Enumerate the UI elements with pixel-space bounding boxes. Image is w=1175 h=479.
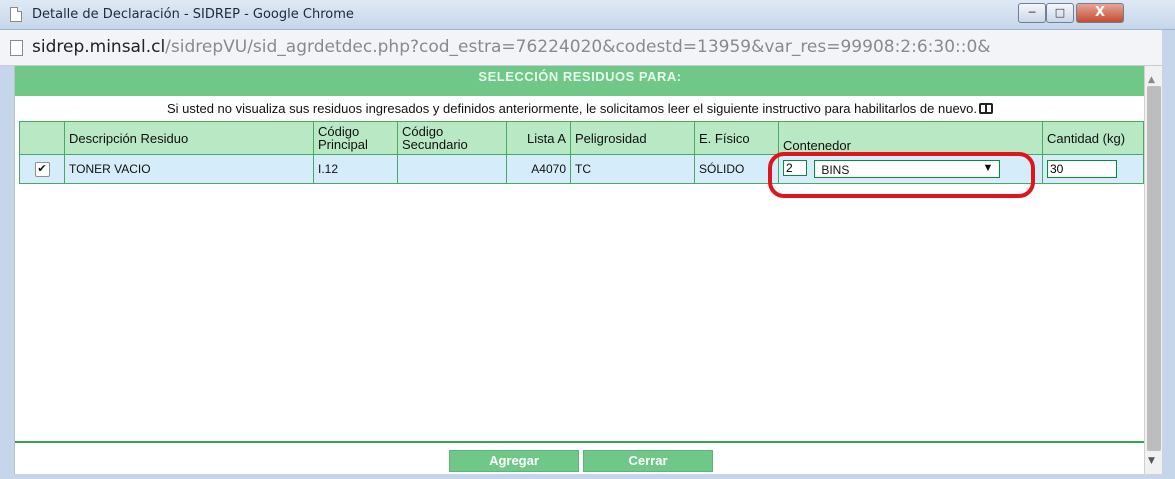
section-title: SELECCIÓN RESIDUOS PARA: <box>478 69 682 84</box>
cell-descripcion: TONER VACIO <box>64 154 314 184</box>
table-header-row: Descripción Residuo Código Principal Cód… <box>19 121 1144 155</box>
header-codigo-principal: Código Principal <box>313 121 398 155</box>
cell-e-fisico: SÓLIDO <box>694 154 779 184</box>
section-header: SELECCIÓN RESIDUOS PARA: <box>15 66 1145 96</box>
window-frame-right <box>1162 30 1175 479</box>
header-e-fisico: E. Físico <box>694 121 779 155</box>
cell-codigo-principal: I.12 <box>313 154 398 184</box>
quantity-kg-input[interactable] <box>1047 160 1117 178</box>
notice-message: Si usted no visualiza sus residuos ingre… <box>166 101 978 116</box>
agregar-button[interactable]: Agregar <box>449 450 579 472</box>
cell-cantidad <box>1042 154 1144 184</box>
footer-divider <box>15 441 1145 443</box>
cell-peligrosidad: TC <box>570 154 695 184</box>
address-bar[interactable]: sidrep.minsal.cl/sidrepVU/sid_agrdetdec.… <box>0 30 1175 66</box>
scrollbar-thumb[interactable] <box>1147 86 1161 451</box>
cell-codigo-secundario <box>397 154 507 184</box>
cell-lista-a: A4070 <box>506 154 571 184</box>
cerrar-button[interactable]: Cerrar <box>583 450 713 472</box>
window-frame-left <box>0 66 14 474</box>
url-text[interactable]: sidrep.minsal.cl/sidrepVU/sid_agrdetdec.… <box>32 37 991 57</box>
row-select-cell: ✔ <box>19 154 65 184</box>
header-lista-a: Lista A <box>506 121 571 155</box>
dialog-content: SELECCIÓN RESIDUOS PARA: Si usted no vis… <box>14 66 1145 474</box>
scroll-down-icon[interactable]: ▼ <box>1148 456 1155 466</box>
book-icon[interactable] <box>979 103 994 114</box>
window-titlebar: Detalle de Declaración - SIDREP - Google… <box>0 0 1175 30</box>
page-icon <box>10 7 22 22</box>
url-host: sidrep.minsal.cl <box>32 37 166 57</box>
row-checkbox[interactable]: ✔ <box>34 162 50 177</box>
page-icon <box>10 40 23 56</box>
header-select <box>19 121 65 155</box>
header-contenedor: Contenedor <box>778 121 1043 155</box>
url-path: /sidrepVU/sid_agrdetdec.php?cod_estra=76… <box>165 37 991 57</box>
vertical-scrollbar[interactable]: ▲ ▼ <box>1144 66 1163 474</box>
close-window-button[interactable]: X <box>1076 3 1124 23</box>
highlight-annotation <box>768 152 1035 198</box>
scroll-up-icon[interactable]: ▲ <box>1148 75 1155 85</box>
header-cantidad: Cantidad (kg) <box>1042 121 1144 155</box>
header-peligrosidad: Peligrosidad <box>570 121 695 155</box>
notice-text: Si usted no visualiza sus residuos ingre… <box>15 101 1145 116</box>
window-title: Detalle de Declaración - SIDREP - Google… <box>32 7 354 22</box>
minimize-button[interactable]: ─ <box>1018 3 1046 23</box>
window-frame-bottom <box>0 474 1175 479</box>
header-descripcion: Descripción Residuo <box>64 121 314 155</box>
maximize-button[interactable]: □ <box>1046 3 1074 23</box>
header-codigo-secundario: Código Secundario <box>397 121 507 155</box>
